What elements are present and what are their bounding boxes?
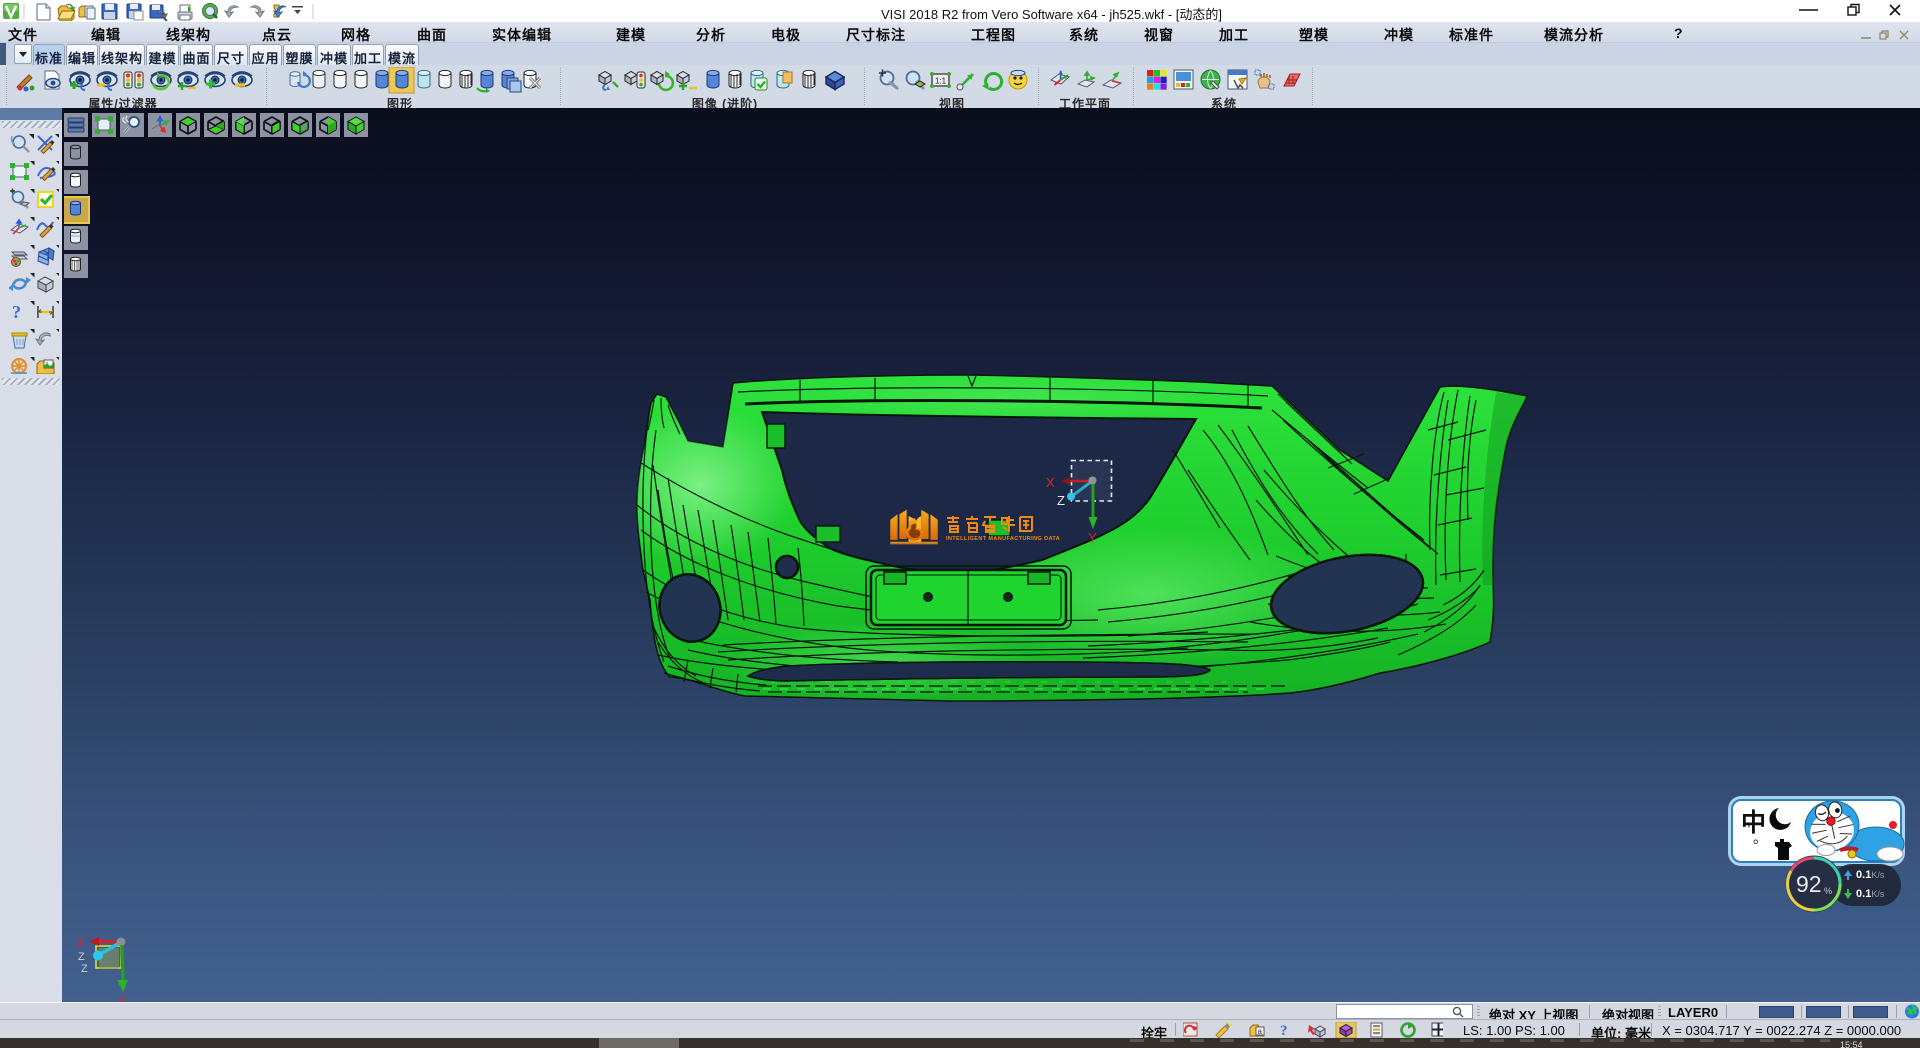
svg-text:X: X bbox=[76, 935, 85, 950]
svg-text:1:1: 1:1 bbox=[935, 77, 947, 86]
svg-text:Y: Y bbox=[1088, 530, 1097, 545]
svg-text:92: 92 bbox=[1796, 871, 1822, 897]
svg-text:?: ? bbox=[12, 302, 21, 322]
svg-text:a: a bbox=[1258, 1027, 1263, 1036]
svg-text:Z: Z bbox=[78, 951, 85, 963]
svg-text:%: % bbox=[1824, 886, 1832, 896]
svg-text:X: X bbox=[1046, 475, 1055, 490]
svg-text:Z: Z bbox=[81, 963, 88, 975]
svg-text:?: ? bbox=[1280, 1023, 1288, 1038]
svg-text:Z: Z bbox=[1057, 493, 1065, 508]
